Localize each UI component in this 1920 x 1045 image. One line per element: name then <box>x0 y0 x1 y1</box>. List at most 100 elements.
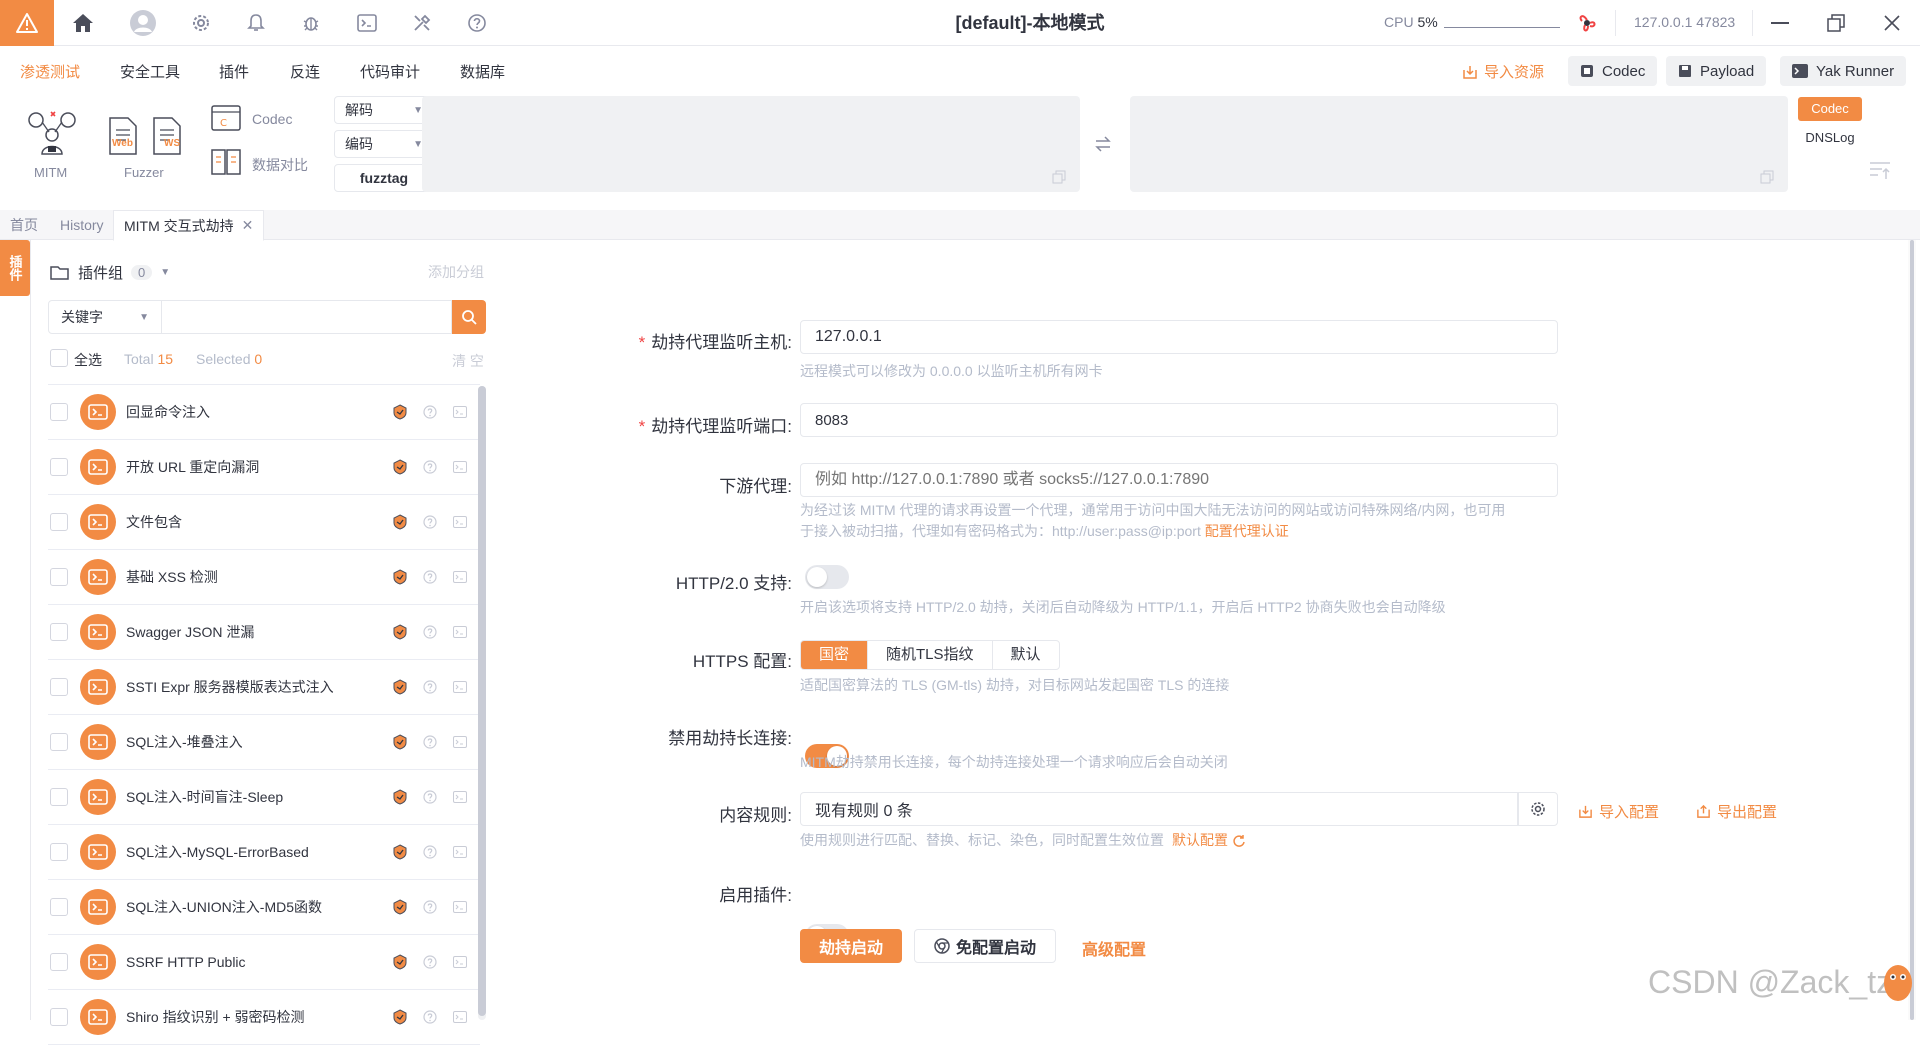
plugin-row[interactable]: Shiro 指纹识别 + 弱密码检测 <box>48 990 480 1045</box>
payload-button[interactable]: Payload <box>1666 56 1767 86</box>
terminal-icon[interactable] <box>452 789 468 805</box>
advanced-config-link[interactable]: 高级配置 <box>1082 936 1146 960</box>
menu-plugins[interactable]: 插件 <box>219 61 249 82</box>
mitm-icon[interactable] <box>26 108 78 158</box>
plugin-checkbox[interactable] <box>50 788 68 806</box>
close-icon[interactable] <box>1878 10 1906 36</box>
terminal-icon[interactable] <box>352 9 382 37</box>
tab-history[interactable]: History <box>50 210 114 240</box>
help-icon[interactable] <box>462 9 492 37</box>
codec-input-area[interactable] <box>422 96 1080 192</box>
import-config-button[interactable]: 导入配置 <box>1578 801 1659 822</box>
copy-icon[interactable] <box>1052 170 1066 187</box>
search-button[interactable] <box>452 300 486 334</box>
terminal-icon[interactable] <box>452 459 468 475</box>
start-hijack-button[interactable]: 劫持启动 <box>800 929 902 963</box>
terminal-icon[interactable] <box>452 734 468 750</box>
encode-select[interactable]: 编码 ▼ <box>334 130 434 158</box>
codec-tool-label[interactable]: Codec <box>252 111 292 127</box>
shield-icon[interactable] <box>392 459 408 475</box>
plugin-checkbox[interactable] <box>50 953 68 971</box>
rules-display[interactable]: 现有规则 0 条 <box>800 792 1518 826</box>
shield-icon[interactable] <box>392 1009 408 1025</box>
add-group-button[interactable]: 添加分组 <box>428 262 484 282</box>
help-icon[interactable] <box>422 624 438 640</box>
side-codec-tab[interactable]: Codec <box>1798 97 1862 121</box>
terminal-icon[interactable] <box>452 624 468 640</box>
plugin-checkbox[interactable] <box>50 898 68 916</box>
shield-icon[interactable] <box>392 514 408 530</box>
host-input[interactable]: 127.0.0.1 <box>800 320 1558 354</box>
plugin-row[interactable]: 文件包含 <box>48 495 480 550</box>
plugin-checkbox[interactable] <box>50 843 68 861</box>
plugin-search-input[interactable] <box>162 300 452 334</box>
help-icon[interactable] <box>422 569 438 585</box>
shield-icon[interactable] <box>392 624 408 640</box>
plugin-row[interactable]: SSTI Expr 服务器模版表达式注入 <box>48 660 480 715</box>
menu-code-audit[interactable]: 代码审计 <box>360 61 420 82</box>
plugin-checkbox[interactable] <box>50 733 68 751</box>
terminal-icon[interactable] <box>452 404 468 420</box>
avatar-icon[interactable] <box>128 9 158 37</box>
help-icon[interactable] <box>422 404 438 420</box>
plugin-checkbox[interactable] <box>50 568 68 586</box>
side-dnslog-tab[interactable]: DNSLog <box>1798 126 1862 150</box>
warning-icon[interactable] <box>0 0 54 46</box>
main-scrollbar-thumb[interactable] <box>1910 240 1914 1020</box>
shield-icon[interactable] <box>392 679 408 695</box>
help-icon[interactable] <box>422 679 438 695</box>
terminal-icon[interactable] <box>452 679 468 695</box>
menu-reverse[interactable]: 反连 <box>290 61 320 82</box>
terminal-icon[interactable] <box>452 954 468 970</box>
plugin-checkbox[interactable] <box>50 458 68 476</box>
plugin-checkbox[interactable] <box>50 678 68 696</box>
select-all-checkbox[interactable] <box>50 349 68 367</box>
terminal-icon[interactable] <box>452 514 468 530</box>
plugin-checkbox[interactable] <box>50 513 68 531</box>
plugin-checkbox[interactable] <box>50 1008 68 1026</box>
downstream-proxy-input[interactable] <box>800 463 1558 497</box>
plugin-row[interactable]: 回显命令注入 <box>48 385 480 440</box>
scrollbar-thumb[interactable] <box>478 386 486 1016</box>
proxy-auth-link[interactable]: 配置代理认证 <box>1205 523 1289 539</box>
plugin-checkbox[interactable] <box>50 623 68 641</box>
help-icon[interactable] <box>422 954 438 970</box>
tools-icon[interactable] <box>407 9 437 37</box>
terminal-icon[interactable] <box>452 844 468 860</box>
yak-runner-button[interactable]: Yak Runner <box>1780 56 1907 86</box>
engine-status-icon[interactable] <box>1574 11 1600 35</box>
main-scrollbar[interactable] <box>1908 240 1916 1020</box>
menu-database[interactable]: 数据库 <box>460 61 505 82</box>
codec-tool-icon[interactable]: C <box>210 104 244 134</box>
home-icon[interactable] <box>68 9 98 37</box>
plugin-row[interactable]: SQL注入-UNION注入-MD5函数 <box>48 880 480 935</box>
plugin-side-tab[interactable]: 插件 <box>0 240 30 296</box>
web-fuzzer-icon[interactable]: Web <box>106 116 140 156</box>
codec-output-area[interactable] <box>1130 96 1788 192</box>
sort-icon[interactable] <box>1868 160 1892 183</box>
ws-fuzzer-icon[interactable]: WS <box>150 116 184 156</box>
terminal-icon[interactable] <box>452 1009 468 1025</box>
plugin-list-scrollbar[interactable] <box>478 386 486 1020</box>
https-option-random-tls[interactable]: 随机TLS指纹 <box>868 641 993 669</box>
codec-button[interactable]: Codec <box>1568 56 1658 86</box>
help-icon[interactable] <box>422 789 438 805</box>
plugin-row[interactable]: SQL注入-时间盲注-Sleep <box>48 770 480 825</box>
plugin-group-selector[interactable]: 插件组 0 ▼ <box>50 262 170 283</box>
bug-icon[interactable] <box>296 9 326 37</box>
shield-icon[interactable] <box>392 954 408 970</box>
swap-icon[interactable] <box>1094 136 1112 155</box>
shield-icon[interactable] <box>392 899 408 915</box>
tab-home[interactable]: 首页 <box>0 210 48 240</box>
https-option-default[interactable]: 默认 <box>993 641 1059 669</box>
help-icon[interactable] <box>422 459 438 475</box>
plugin-row[interactable]: 基础 XSS 检测 <box>48 550 480 605</box>
menu-security-tools[interactable]: 安全工具 <box>120 61 180 82</box>
diff-tool-label[interactable]: 数据对比 <box>252 155 308 175</box>
plugin-row[interactable]: 开放 URL 重定向漏洞 <box>48 440 480 495</box>
plugin-row[interactable]: SSRF HTTP Public <box>48 935 480 990</box>
help-icon[interactable] <box>422 1009 438 1025</box>
plugin-row[interactable]: Swagger JSON 泄漏 <box>48 605 480 660</box>
help-icon[interactable] <box>422 514 438 530</box>
help-icon[interactable] <box>422 844 438 860</box>
